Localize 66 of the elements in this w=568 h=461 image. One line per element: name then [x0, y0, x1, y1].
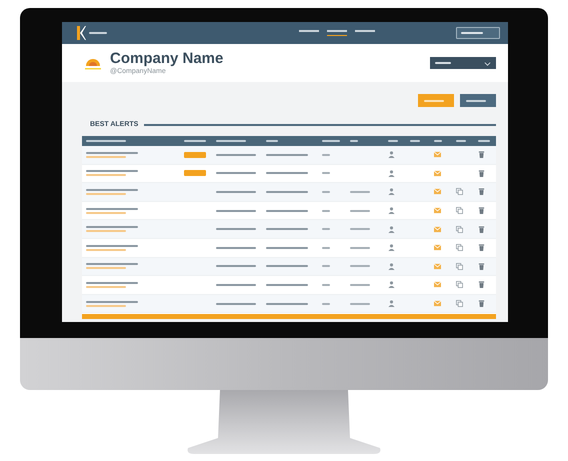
table-row[interactable] — [82, 220, 496, 239]
trash-icon[interactable] — [478, 188, 485, 196]
illegible-text — [86, 188, 138, 191]
envelope-icon[interactable] — [434, 207, 441, 214]
illegible-text — [86, 267, 126, 270]
envelope-icon[interactable] — [434, 300, 441, 308]
envelope-icon[interactable] — [434, 244, 441, 252]
dropdown[interactable] — [430, 57, 496, 69]
copy-icon[interactable] — [456, 300, 463, 308]
company-name: Company Name — [110, 51, 224, 67]
nav-button[interactable] — [456, 27, 500, 39]
envelope-icon[interactable] — [434, 262, 441, 270]
illegible-text — [86, 286, 126, 288]
person-icon[interactable] — [388, 281, 395, 288]
trash-icon[interactable] — [478, 226, 485, 233]
illegible-text — [86, 248, 126, 251]
copy-icon[interactable] — [456, 188, 463, 196]
table-row[interactable] — [82, 183, 496, 202]
nav-tab[interactable] — [326, 30, 346, 36]
table-row[interactable] — [82, 164, 496, 184]
copy-icon[interactable] — [456, 281, 463, 288]
person-icon[interactable] — [388, 262, 395, 270]
trash-icon[interactable] — [478, 170, 485, 177]
envelope-icon[interactable] — [434, 170, 441, 177]
trash-icon[interactable] — [478, 281, 485, 288]
table-row[interactable] — [82, 294, 496, 314]
illegible-text — [86, 282, 138, 284]
person-icon[interactable] — [388, 244, 395, 252]
logo-icon — [76, 26, 86, 40]
trash-icon[interactable] — [478, 207, 485, 214]
table-row[interactable] — [82, 258, 496, 276]
envelope-icon[interactable] — [434, 188, 441, 196]
action-button[interactable] — [460, 94, 496, 107]
trash-icon[interactable] — [478, 262, 485, 270]
illegible-text — [86, 230, 126, 232]
illegible-text — [86, 300, 138, 303]
illegible-text — [86, 226, 138, 228]
table-row[interactable] — [82, 146, 496, 165]
illegible-text — [86, 212, 126, 214]
envelope-icon[interactable] — [434, 226, 441, 233]
illegible-text — [86, 156, 126, 158]
trash-icon[interactable] — [478, 300, 485, 308]
person-icon[interactable] — [388, 226, 395, 233]
envelope-icon[interactable] — [434, 281, 441, 288]
illegible-text — [86, 263, 138, 266]
illegible-text — [86, 244, 138, 247]
person-icon[interactable] — [388, 151, 395, 158]
illegible-text — [86, 208, 138, 210]
envelope-icon[interactable] — [434, 151, 441, 158]
action-button[interactable] — [418, 94, 454, 107]
illegible-text — [86, 170, 138, 172]
trash-icon[interactable] — [478, 151, 485, 158]
copy-icon[interactable] — [456, 244, 463, 252]
person-icon[interactable] — [388, 207, 395, 214]
caret-icon — [484, 60, 491, 66]
illegible-text — [86, 174, 126, 176]
copy-icon[interactable] — [456, 207, 463, 214]
copy-icon[interactable] — [456, 262, 463, 270]
person-icon[interactable] — [388, 188, 395, 196]
trash-icon[interactable] — [478, 244, 485, 252]
person-icon[interactable] — [388, 300, 395, 308]
illegible-text — [86, 152, 138, 154]
illegible-text — [86, 304, 126, 307]
copy-icon[interactable] — [456, 226, 463, 233]
person-icon[interactable] — [388, 170, 395, 177]
illegible-text — [86, 192, 126, 195]
